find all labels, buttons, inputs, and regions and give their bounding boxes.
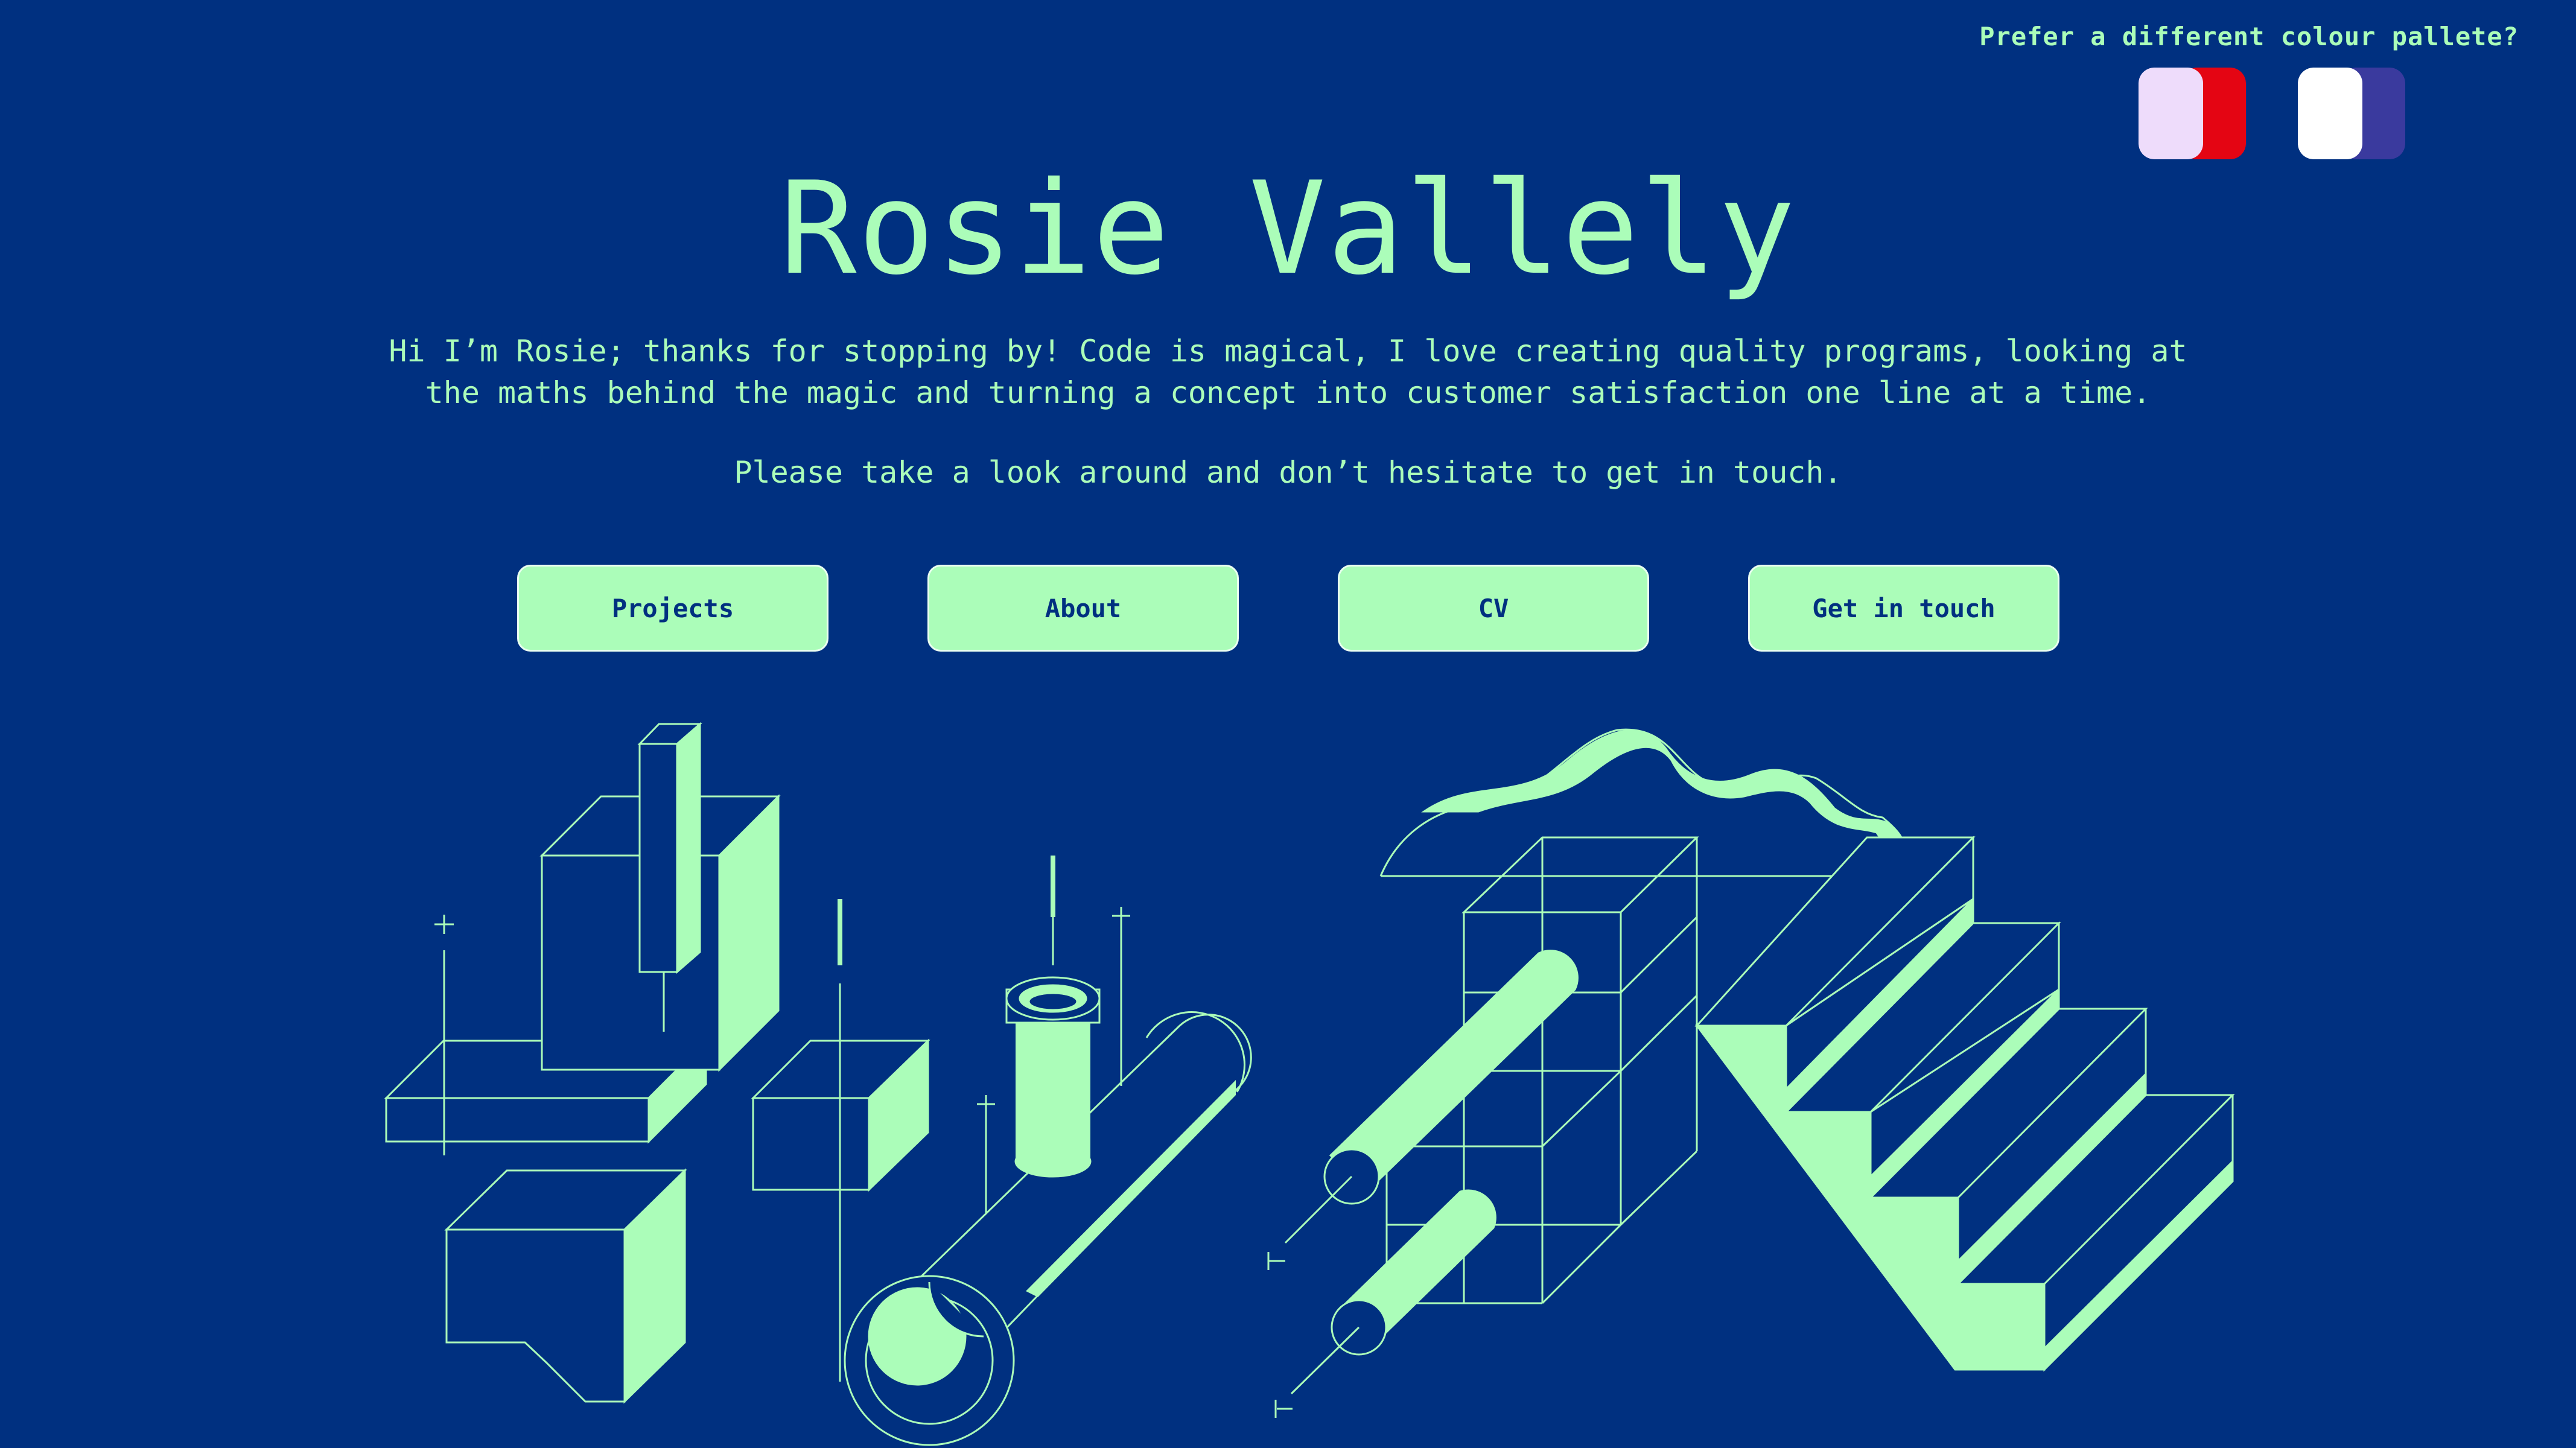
isometric-illustration [384,722,2235,1446]
get-in-touch-button[interactable]: Get in touch [1748,565,2059,652]
rods-shape [1267,950,1579,1418]
staircase-shape [1694,836,2235,1372]
pillar-shape [637,722,703,974]
swatch-lilac-half [2139,68,2203,159]
swatch-white-half [2298,68,2362,159]
projects-button[interactable]: Projects [517,565,828,652]
wave-ribbon-shape [1379,728,1904,877]
page-title: Rosie Vallely [779,154,1797,303]
cv-button[interactable]: CV [1338,565,1649,652]
intro-text: Hi I’m Rosie; thanks for stopping by! Co… [389,334,2187,410]
cta-text: Please take a look around and don’t hesi… [734,455,1842,490]
palette-lilac-red-button[interactable] [2139,68,2246,159]
palette-prompt: Prefer a different colour pallete? [1979,22,2519,51]
l-block-shape [444,1168,687,1404]
pipe-shape [1005,976,1101,1178]
about-button[interactable]: About [927,565,1239,652]
palette-white-indigo-button[interactable] [2298,68,2405,159]
